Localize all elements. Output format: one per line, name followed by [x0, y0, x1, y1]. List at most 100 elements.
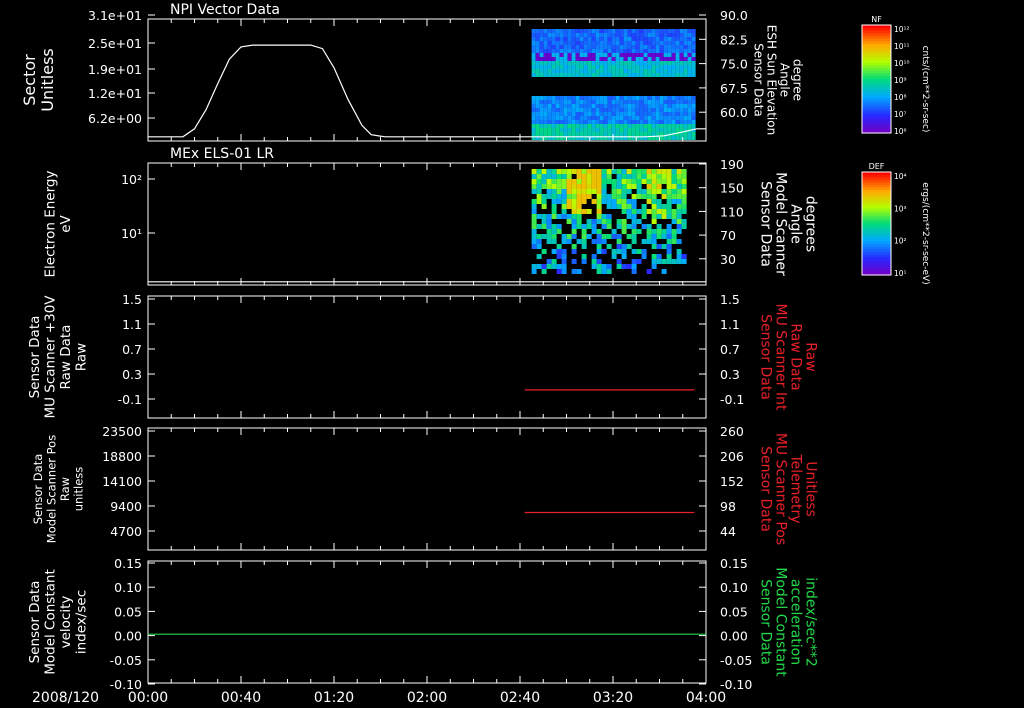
spectrogram-cell — [599, 116, 604, 120]
spectrogram-cell — [666, 254, 672, 259]
spectrogram-cell — [626, 234, 632, 239]
spectrogram-cell — [596, 184, 602, 189]
spectrogram-cell — [543, 57, 548, 61]
spectrogram-cell — [575, 65, 580, 69]
spectrogram-cell — [603, 49, 608, 53]
spectrogram-cell — [579, 33, 584, 37]
spectrogram-cell — [566, 189, 572, 194]
spectrogram-cell — [555, 100, 560, 104]
spectrogram-cell — [676, 199, 682, 204]
left-tick-label: 4700 — [110, 524, 142, 539]
spectrogram-cell — [576, 189, 582, 194]
spectrogram-cell — [599, 108, 604, 112]
spectrogram-cell — [603, 116, 608, 120]
spectrogram-cell — [596, 234, 602, 239]
spectrogram-cell — [661, 174, 667, 179]
colorbar-tick-label: 10³ — [894, 204, 907, 213]
right-tick-label: 206 — [720, 449, 744, 464]
spectrogram-cell — [639, 112, 644, 116]
spectrogram-cell — [621, 219, 627, 224]
spectrogram-cell — [643, 45, 648, 49]
spectrogram-cell — [571, 116, 576, 120]
spectrogram-cell — [536, 254, 542, 259]
spectrogram-cell — [601, 179, 607, 184]
spectrogram-cell — [591, 219, 597, 224]
spectrogram-cell — [667, 61, 672, 65]
spectrogram-cell — [631, 209, 637, 214]
spectrogram-cell — [651, 259, 657, 264]
spectrogram-cell — [535, 132, 540, 136]
spectrogram-cell — [563, 128, 568, 132]
spectrogram-cell — [615, 100, 620, 104]
spectrogram-cell — [591, 49, 596, 53]
spectrogram-cell — [575, 45, 580, 49]
spectrogram-cell — [571, 199, 577, 204]
spectrogram-cell — [616, 224, 622, 229]
spectrogram-cell — [619, 73, 624, 77]
spectrogram-cell — [603, 45, 608, 49]
spectrogram-cell — [595, 116, 600, 120]
spectrogram-cell — [611, 234, 617, 239]
spectrogram-cell — [676, 204, 682, 209]
spectrogram-cell — [563, 65, 568, 69]
left-axis-label: Electron Energy — [42, 171, 58, 278]
spectrogram-cell — [663, 124, 668, 128]
spectrogram-cell — [683, 29, 688, 33]
spectrogram-cell — [627, 120, 632, 124]
spectrogram-cell — [547, 100, 552, 104]
spectrogram-cell — [531, 209, 537, 214]
spectrogram-cell — [655, 57, 660, 61]
spectrogram-cell — [671, 108, 676, 112]
spectrogram-cell — [566, 239, 572, 244]
spectrogram-cell — [607, 41, 612, 45]
spectrogram-cell — [656, 189, 662, 194]
spectrogram-cell — [561, 214, 567, 219]
spectrogram-cell — [666, 244, 672, 249]
spectrogram-cell — [611, 124, 616, 128]
spectrogram-cell — [587, 100, 592, 104]
spectrogram-cell — [579, 104, 584, 108]
spectrogram-cell — [606, 234, 612, 239]
spectrogram-cell — [576, 209, 582, 214]
spectrogram-cell — [607, 128, 612, 132]
spectrogram-cell — [567, 45, 572, 49]
spectrogram-cell — [671, 136, 676, 140]
spectrogram-cell — [671, 179, 677, 184]
spectrogram-cell — [655, 128, 660, 132]
spectrogram-cell — [676, 194, 682, 199]
right-tick-label: 0.00 — [720, 629, 748, 644]
spectrogram-cell — [551, 53, 556, 57]
spectrogram-cell — [591, 33, 596, 37]
spectrogram — [531, 29, 696, 140]
spectrogram-cell — [679, 33, 684, 37]
spectrogram-cell — [635, 69, 640, 73]
spectrogram-cell — [651, 132, 656, 136]
left-tick-label: -0.05 — [110, 653, 142, 668]
spectrogram-cell — [643, 49, 648, 53]
spectrogram-cell — [563, 132, 568, 136]
spectrogram-cell — [691, 65, 696, 69]
right-tick-label: -0.05 — [720, 653, 752, 668]
spectrogram-cell — [583, 128, 588, 132]
spectrogram-cell — [531, 229, 537, 234]
left-tick-label: 3.1e+01 — [88, 8, 142, 23]
spectrogram-cell — [619, 29, 624, 33]
spectrogram-cell — [559, 120, 564, 124]
spectrogram-cell — [546, 234, 552, 239]
spectrogram-cell — [535, 128, 540, 132]
spectrogram-cell — [561, 264, 567, 269]
spectrogram-cell — [563, 108, 568, 112]
spectrogram-cell — [571, 96, 576, 100]
spectrogram-cell — [591, 239, 597, 244]
spectrogram-cell — [603, 29, 608, 33]
spectrogram-cell — [616, 219, 622, 224]
colorbar: NF 10¹² 10¹¹ 10¹⁰ 10⁹ 10⁸ 10⁷ 10⁶ cnts/(cm**2-sr… — [861, 15, 930, 136]
spectrogram-cell — [539, 45, 544, 49]
spectrogram-cell — [627, 61, 632, 65]
spectrogram-cell — [679, 53, 684, 57]
spectrogram-cell — [619, 57, 624, 61]
spectrogram-cell — [616, 194, 622, 199]
spectrogram-cell — [531, 29, 536, 33]
spectrogram-cell — [611, 132, 616, 136]
spectrogram-cell — [676, 174, 682, 179]
